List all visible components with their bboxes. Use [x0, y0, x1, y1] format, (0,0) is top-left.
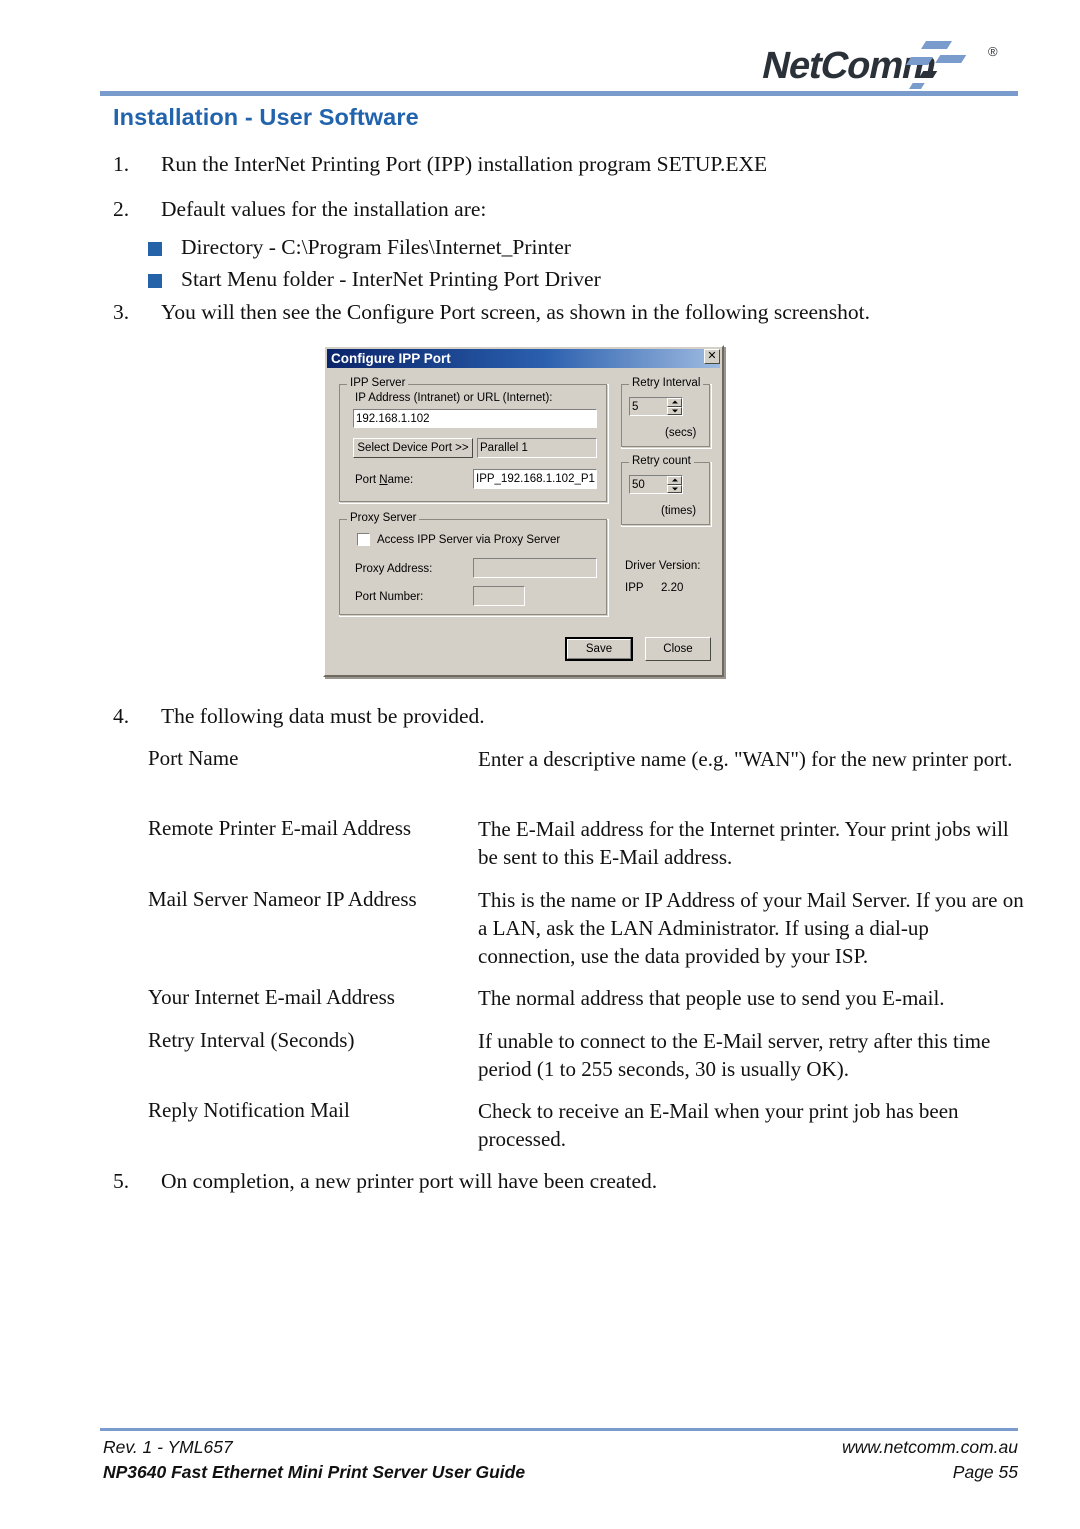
step-1-number: 1.	[113, 152, 130, 176]
save-button[interactable]: Save	[565, 637, 633, 661]
step-1: 1. Run the InterNet Printing Port (IPP) …	[113, 151, 993, 179]
close-button[interactable]: Close	[645, 637, 711, 661]
retry-count-group: Retry count	[621, 455, 712, 527]
definition-description: Check to receive an E-Mail when your pri…	[478, 1099, 959, 1151]
ip-address-label: IP Address (Intranet) or URL (Internet):	[355, 392, 553, 404]
retry-interval-spin-buttons[interactable]	[667, 398, 682, 415]
step-4: 4. The following data must be provided.	[113, 703, 993, 731]
retry-count-unit: (times)	[661, 505, 697, 517]
definition-description: Enter a descriptive name (e.g. "WAN") fo…	[478, 747, 1013, 771]
port-name-label-post: ame:	[387, 474, 414, 486]
step-2: 2. Default values for the installation a…	[113, 196, 993, 224]
step-3-text: You will then see the Configure Port scr…	[161, 300, 870, 324]
step-5-text: On completion, a new printer port will h…	[161, 1169, 658, 1193]
retry-count-group-label: Retry count	[629, 455, 694, 467]
retry-interval-value: 5	[632, 400, 639, 413]
driver-version-label: Driver Version:	[625, 560, 701, 572]
header-divider	[100, 91, 1018, 96]
retry-interval-group: Retry Interval	[621, 377, 712, 449]
driver-name: IPP	[625, 582, 644, 594]
retry-count-value: 50	[632, 478, 645, 491]
port-name-label: Port Name:	[355, 474, 413, 486]
retry-interval-unit: (secs)	[665, 427, 697, 439]
bullet-item-directory: Directory - C:\Program Files\Internet_Pr…	[148, 234, 978, 262]
port-number-input[interactable]	[473, 586, 525, 606]
step-3: 3. You will then see the Configure Port …	[113, 299, 1013, 327]
step-2-text: Default values for the installation are:	[161, 197, 487, 221]
step-1-text: Run the InterNet Printing Port (IPP) ins…	[161, 152, 768, 176]
svg-text:NetComm: NetComm	[759, 44, 940, 87]
definition-term: Your Internet E-mail Address	[148, 985, 395, 1009]
port-name-input[interactable]: IPP_192.168.1.102_P1	[473, 469, 597, 489]
bullet-item-directory-label: Directory - C:\Program Files\Internet_Pr…	[181, 235, 571, 259]
netcomm-logo: NetComm ®	[748, 33, 1010, 91]
step-2-number: 2.	[113, 197, 130, 221]
proxy-server-group-label: Proxy Server	[347, 512, 420, 524]
footer-revision: Rev. 1 - YML657	[103, 1437, 233, 1457]
spin-down-icon[interactable]	[667, 406, 682, 415]
ipp-server-group-label: IPP Server	[347, 377, 409, 389]
step-4-text: The following data must be provided.	[161, 704, 485, 728]
definition-term: Remote Printer E-mail Address	[148, 816, 412, 840]
step-5: 5. On completion, a new printer port wil…	[113, 1168, 993, 1196]
page-title: Installation - User Software	[113, 104, 419, 130]
footer-divider	[100, 1428, 1018, 1431]
close-icon[interactable]: ✕	[704, 349, 720, 364]
spin-up-icon[interactable]	[667, 476, 682, 485]
save-button-label: Save	[567, 639, 631, 659]
svg-text:®: ®	[988, 44, 998, 59]
footer-website: www.netcomm.com.au	[841, 1437, 1018, 1457]
port-name-label-accel: N	[379, 474, 388, 486]
footer-guide-title: NP3640 Fast Ethernet Mini Print Server U…	[103, 1462, 526, 1482]
definition-term: Mail Server Nameor IP Address	[148, 887, 417, 911]
access-via-proxy-checkbox[interactable]	[357, 533, 370, 546]
port-number-label: Port Number:	[355, 591, 424, 603]
square-bullet-icon	[148, 274, 162, 288]
retry-count-spin-buttons[interactable]	[667, 476, 682, 493]
definition-description: The normal address that people use to se…	[478, 986, 945, 1010]
port-name-label-pre: Port	[355, 474, 380, 486]
dialog-title: Configure IPP Port	[331, 351, 451, 366]
spin-down-icon[interactable]	[667, 484, 682, 493]
definition-term: Retry Interval (Seconds)	[148, 1028, 355, 1052]
definition-term: Port Name	[148, 746, 239, 770]
configure-ipp-port-dialog: Configure IPP Port ✕ IPP Server IP Addre…	[323, 345, 724, 677]
definition-description: This is the name or IP Address of your M…	[478, 888, 1024, 968]
step-4-number: 4.	[113, 704, 130, 728]
definition-term: Reply Notification Mail	[148, 1098, 350, 1122]
dialog-titlebar: Configure IPP Port	[327, 349, 720, 368]
bullet-item-start-menu-label: Start Menu folder - InterNet Printing Po…	[181, 267, 601, 291]
access-via-proxy-label: Access IPP Server via Proxy Server	[377, 534, 561, 546]
step-5-number: 5.	[113, 1169, 130, 1193]
ip-address-input[interactable]: 192.168.1.102	[353, 409, 597, 428]
proxy-address-input[interactable]	[473, 558, 597, 578]
retry-interval-stepper[interactable]: 5	[629, 397, 683, 416]
spin-up-icon[interactable]	[667, 398, 682, 407]
definition-description: The E-Mail address for the Internet prin…	[478, 817, 1009, 869]
square-bullet-icon	[148, 242, 162, 256]
proxy-address-label: Proxy Address:	[355, 563, 433, 575]
retry-count-stepper[interactable]: 50	[629, 475, 683, 494]
select-device-port-button[interactable]: Select Device Port >>	[353, 438, 473, 458]
document-page: NetComm ® Installation - User Software 1…	[0, 0, 1080, 1529]
definition-description: If unable to connect to the E-Mail serve…	[478, 1029, 991, 1081]
driver-version-value: 2.20	[661, 582, 684, 594]
step-3-number: 3.	[113, 300, 130, 324]
footer-page-number: Page 55	[952, 1462, 1018, 1482]
retry-interval-group-label: Retry Interval	[629, 377, 704, 389]
bullet-item-start-menu: Start Menu folder - InterNet Printing Po…	[148, 266, 978, 294]
device-port-value: Parallel 1	[477, 438, 597, 458]
